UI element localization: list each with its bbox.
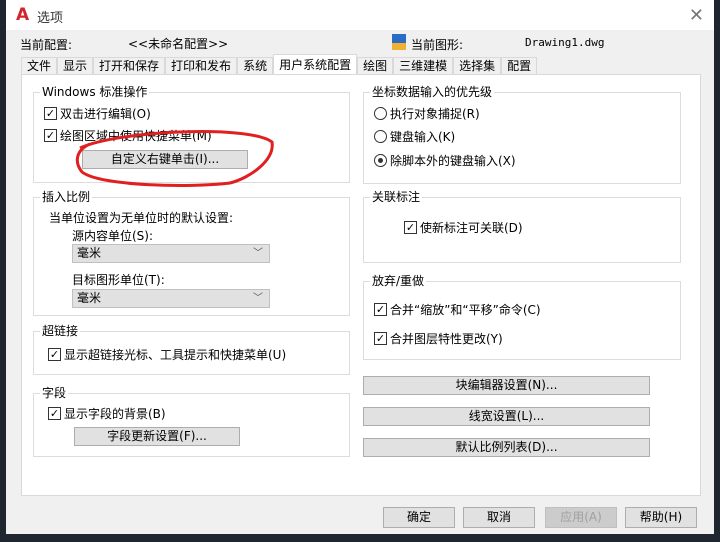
red-annotation-circle	[75, 130, 274, 187]
